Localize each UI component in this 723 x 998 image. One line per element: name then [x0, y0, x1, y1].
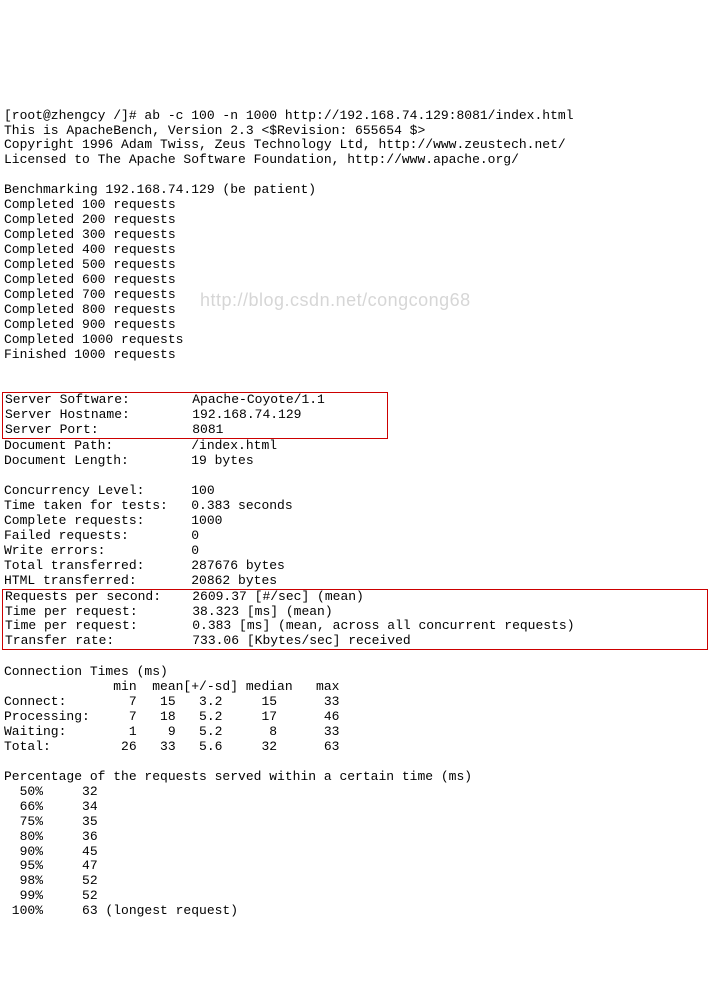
header-line: Copyright 1996 Adam Twiss, Zeus Technolo… [4, 137, 566, 152]
progress-line: Completed 700 requests [4, 287, 176, 302]
percentile-row: 50% 32 [4, 784, 98, 799]
header-line: This is ApacheBench, Version 2.3 <$Revis… [4, 123, 425, 138]
percentile-row: 90% 45 [4, 844, 98, 859]
percentile-row: 80% 36 [4, 829, 98, 844]
processing-row: Processing: 7 18 5.2 17 46 [4, 709, 339, 724]
percentile-row: 99% 52 [4, 888, 98, 903]
html-transferred: HTML transferred: 20862 bytes [4, 573, 277, 588]
percentile-header: Percentage of the requests served within… [4, 769, 472, 784]
failed-requests: Failed requests: 0 [4, 528, 199, 543]
progress-line: Completed 900 requests [4, 317, 176, 332]
connect-row: Connect: 7 15 3.2 15 33 [4, 694, 339, 709]
document-path: Document Path: /index.html [4, 438, 277, 453]
time-taken: Time taken for tests: 0.383 seconds [4, 498, 293, 513]
benchmarking-line: Benchmarking 192.168.74.129 (be patient) [4, 182, 316, 197]
performance-box: Requests per second: 2609.37 [#/sec] (me… [2, 589, 708, 651]
progress-line: Completed 500 requests [4, 257, 176, 272]
progress-line: Completed 200 requests [4, 212, 176, 227]
connection-columns: min mean[+/-sd] median max [4, 679, 339, 694]
progress-line: Completed 100 requests [4, 197, 176, 212]
concurrency-level: Concurrency Level: 100 [4, 483, 215, 498]
server-info-box: Server Software: Apache-Coyote/1.1 Serve… [2, 392, 388, 439]
finished-line: Finished 1000 requests [4, 347, 176, 362]
total-row: Total: 26 33 5.6 32 63 [4, 739, 339, 754]
command-line: [root@zhengcy /]# ab -c 100 -n 1000 http… [4, 108, 574, 123]
progress-line: Completed 300 requests [4, 227, 176, 242]
percentile-row: 98% 52 [4, 873, 98, 888]
percentile-row: 95% 47 [4, 858, 98, 873]
total-transferred: Total transferred: 287676 bytes [4, 558, 285, 573]
write-errors: Write errors: 0 [4, 543, 199, 558]
document-length: Document Length: 19 bytes [4, 453, 254, 468]
progress-line: Completed 400 requests [4, 242, 176, 257]
progress-line: Completed 600 requests [4, 272, 176, 287]
connection-times-header: Connection Times (ms) [4, 664, 168, 679]
percentile-row: 66% 34 [4, 799, 98, 814]
complete-requests: Complete requests: 1000 [4, 513, 222, 528]
terminal-output: [root@zhengcy /]# ab -c 100 -n 1000 http… [4, 94, 719, 920]
progress-line: Completed 1000 requests [4, 332, 183, 347]
percentile-row: 75% 35 [4, 814, 98, 829]
percentile-row: 100% 63 (longest request) [4, 903, 238, 918]
progress-line: Completed 800 requests [4, 302, 176, 317]
waiting-row: Waiting: 1 9 5.2 8 33 [4, 724, 339, 739]
header-line: Licensed to The Apache Software Foundati… [4, 152, 519, 167]
